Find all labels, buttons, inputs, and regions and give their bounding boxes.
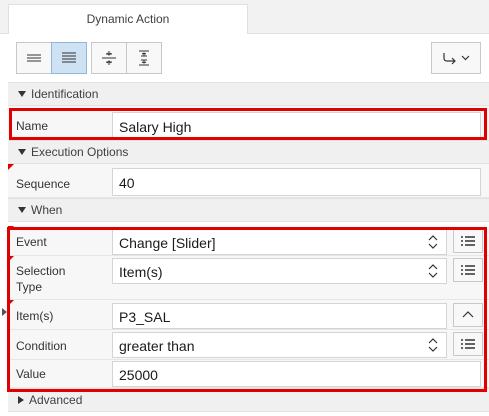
condition-value: greater than — [119, 338, 195, 354]
condition-list-button[interactable] — [453, 332, 483, 356]
expand-lines-icon — [62, 52, 76, 63]
required-marker — [8, 256, 14, 262]
current-row-pointer-icon — [2, 308, 7, 316]
section-advanced[interactable]: Advanced — [8, 388, 489, 412]
value-label: Value — [16, 367, 46, 381]
collapse-all-button[interactable] — [16, 42, 52, 74]
row-selection-type: Selection Type Item(s) — [8, 256, 489, 300]
name-label: Name — [16, 119, 49, 133]
selection-type-label: Selection Type — [16, 264, 66, 294]
section-identification[interactable]: Identification — [8, 82, 489, 106]
list-icon — [461, 265, 475, 275]
collapse-sections-button[interactable] — [91, 42, 127, 74]
items-label: Item(s) — [16, 309, 54, 323]
row-value: Value 25000 — [8, 360, 489, 388]
caret-down-icon — [18, 91, 26, 97]
items-value: P3_SAL — [119, 309, 171, 325]
event-label: Event — [16, 235, 47, 249]
list-icon — [461, 339, 475, 349]
section-title: Identification — [31, 87, 99, 101]
selection-type-select[interactable]: Item(s) — [112, 258, 447, 284]
caret-right-icon — [18, 396, 24, 404]
section-title: Advanced — [29, 393, 83, 407]
collapse-lines-icon — [27, 54, 41, 62]
section-title: Execution Options — [31, 145, 129, 159]
caret-down-icon — [18, 207, 26, 213]
required-marker — [8, 164, 14, 170]
property-toolbar — [8, 34, 489, 78]
items-expand-button[interactable] — [453, 303, 483, 327]
required-marker — [8, 226, 14, 232]
row-items: Item(s) P3_SAL — [8, 300, 489, 330]
event-list-button[interactable] — [453, 229, 483, 253]
caret-down-icon — [18, 149, 26, 155]
sequence-label: Sequence — [16, 177, 71, 191]
section-execution-options[interactable]: Execution Options — [8, 140, 489, 164]
tab-dynamic-action[interactable]: Dynamic Action — [8, 4, 248, 35]
items-field[interactable]: P3_SAL — [112, 303, 447, 329]
goto-arrow-icon — [443, 53, 470, 65]
select-updown-icon — [428, 338, 438, 352]
chevron-up-icon — [462, 311, 474, 318]
condition-label: Condition — [16, 339, 67, 353]
event-select[interactable]: Change [Slider] — [112, 229, 447, 255]
expand-sections-button[interactable] — [126, 42, 162, 74]
name-value: Salary High — [119, 119, 192, 135]
value-field[interactable]: 25000 — [112, 361, 481, 387]
row-condition: Condition greater than — [8, 330, 489, 360]
collapse-vertical-icon — [102, 51, 116, 65]
row-sequence: Sequence 40 — [8, 164, 489, 198]
goto-group-button[interactable] — [431, 42, 481, 74]
required-marker — [8, 300, 14, 306]
sequence-value: 40 — [119, 175, 135, 191]
select-updown-icon — [428, 264, 438, 278]
row-event: Event Change [Slider] — [8, 226, 489, 256]
sequence-field[interactable]: 40 — [112, 168, 481, 196]
tab-bar: Dynamic Action — [0, 0, 489, 35]
name-field[interactable]: Salary High — [112, 112, 481, 140]
select-updown-icon — [428, 235, 438, 249]
value-value: 25000 — [119, 367, 158, 383]
selection-type-value: Item(s) — [119, 264, 163, 280]
list-icon — [461, 236, 475, 246]
expand-vertical-icon — [139, 50, 149, 66]
event-value: Change [Slider] — [119, 235, 216, 251]
section-title: When — [31, 203, 63, 217]
expand-all-button[interactable] — [51, 42, 87, 74]
condition-select[interactable]: greater than — [112, 332, 447, 358]
section-when[interactable]: When — [8, 198, 489, 222]
selection-type-list-button[interactable] — [453, 258, 483, 282]
